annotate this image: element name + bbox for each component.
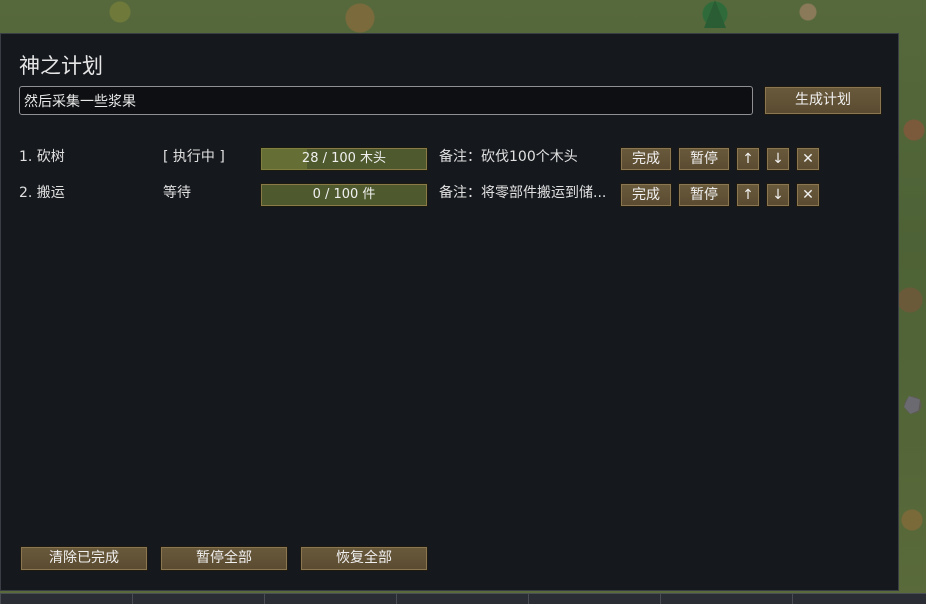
god-plan-window: 神之计划 生成计划 1. 砍树 [ 执行中 ] 28 / 100 木头 备注：砍…: [0, 33, 899, 591]
resume-all-button[interactable]: 恢复全部: [300, 546, 428, 571]
task-progress-bar: 0 / 100 件: [260, 183, 428, 207]
command-input[interactable]: [19, 86, 753, 115]
task-name: 1. 砍树: [19, 149, 65, 165]
bottom-tab[interactable]: [396, 593, 528, 604]
move-down-button[interactable]: ↓: [766, 183, 790, 207]
tree-icon: [704, 0, 726, 28]
bottom-tab[interactable]: [528, 593, 660, 604]
bottom-tab[interactable]: [660, 593, 792, 604]
task-note: 备注：将零部件搬运到储...: [439, 185, 607, 201]
task-note: 备注：砍伐100个木头: [439, 149, 578, 165]
delete-task-button[interactable]: ✕: [796, 147, 820, 171]
window-title: 神之计划: [19, 54, 103, 78]
task-progress-text: 0 / 100 件: [312, 187, 376, 202]
move-up-button[interactable]: ↑: [736, 147, 760, 171]
generate-plan-button[interactable]: 生成计划: [764, 86, 882, 115]
clear-completed-button[interactable]: 清除已完成: [20, 546, 148, 571]
rock-icon: [904, 396, 920, 414]
task-progress-text: 28 / 100 木头: [301, 151, 387, 166]
move-up-button[interactable]: ↑: [736, 183, 760, 207]
task-progress-bar: 28 / 100 木头: [260, 147, 428, 171]
task-status: 等待: [163, 185, 191, 201]
task-done-button[interactable]: 完成: [620, 183, 672, 207]
delete-task-button[interactable]: ✕: [796, 183, 820, 207]
task-pause-button[interactable]: 暂停: [678, 183, 730, 207]
move-down-button[interactable]: ↓: [766, 147, 790, 171]
task-row: 1. 砍树 [ 执行中 ] 28 / 100 木头 备注：砍伐100个木头 完成…: [1, 145, 900, 171]
pause-all-button[interactable]: 暂停全部: [160, 546, 288, 571]
bottom-tab[interactable]: [792, 593, 926, 604]
bottom-tab[interactable]: [0, 593, 132, 604]
task-status: [ 执行中 ]: [163, 149, 225, 165]
task-done-button[interactable]: 完成: [620, 147, 672, 171]
task-name: 2. 搬运: [19, 185, 65, 201]
bottom-tab[interactable]: [132, 593, 264, 604]
bottom-tab[interactable]: [264, 593, 396, 604]
task-row: 2. 搬运 等待 0 / 100 件 备注：将零部件搬运到储... 完成 暂停 …: [1, 181, 900, 207]
task-pause-button[interactable]: 暂停: [678, 147, 730, 171]
bottom-tab-bar: [0, 593, 926, 604]
